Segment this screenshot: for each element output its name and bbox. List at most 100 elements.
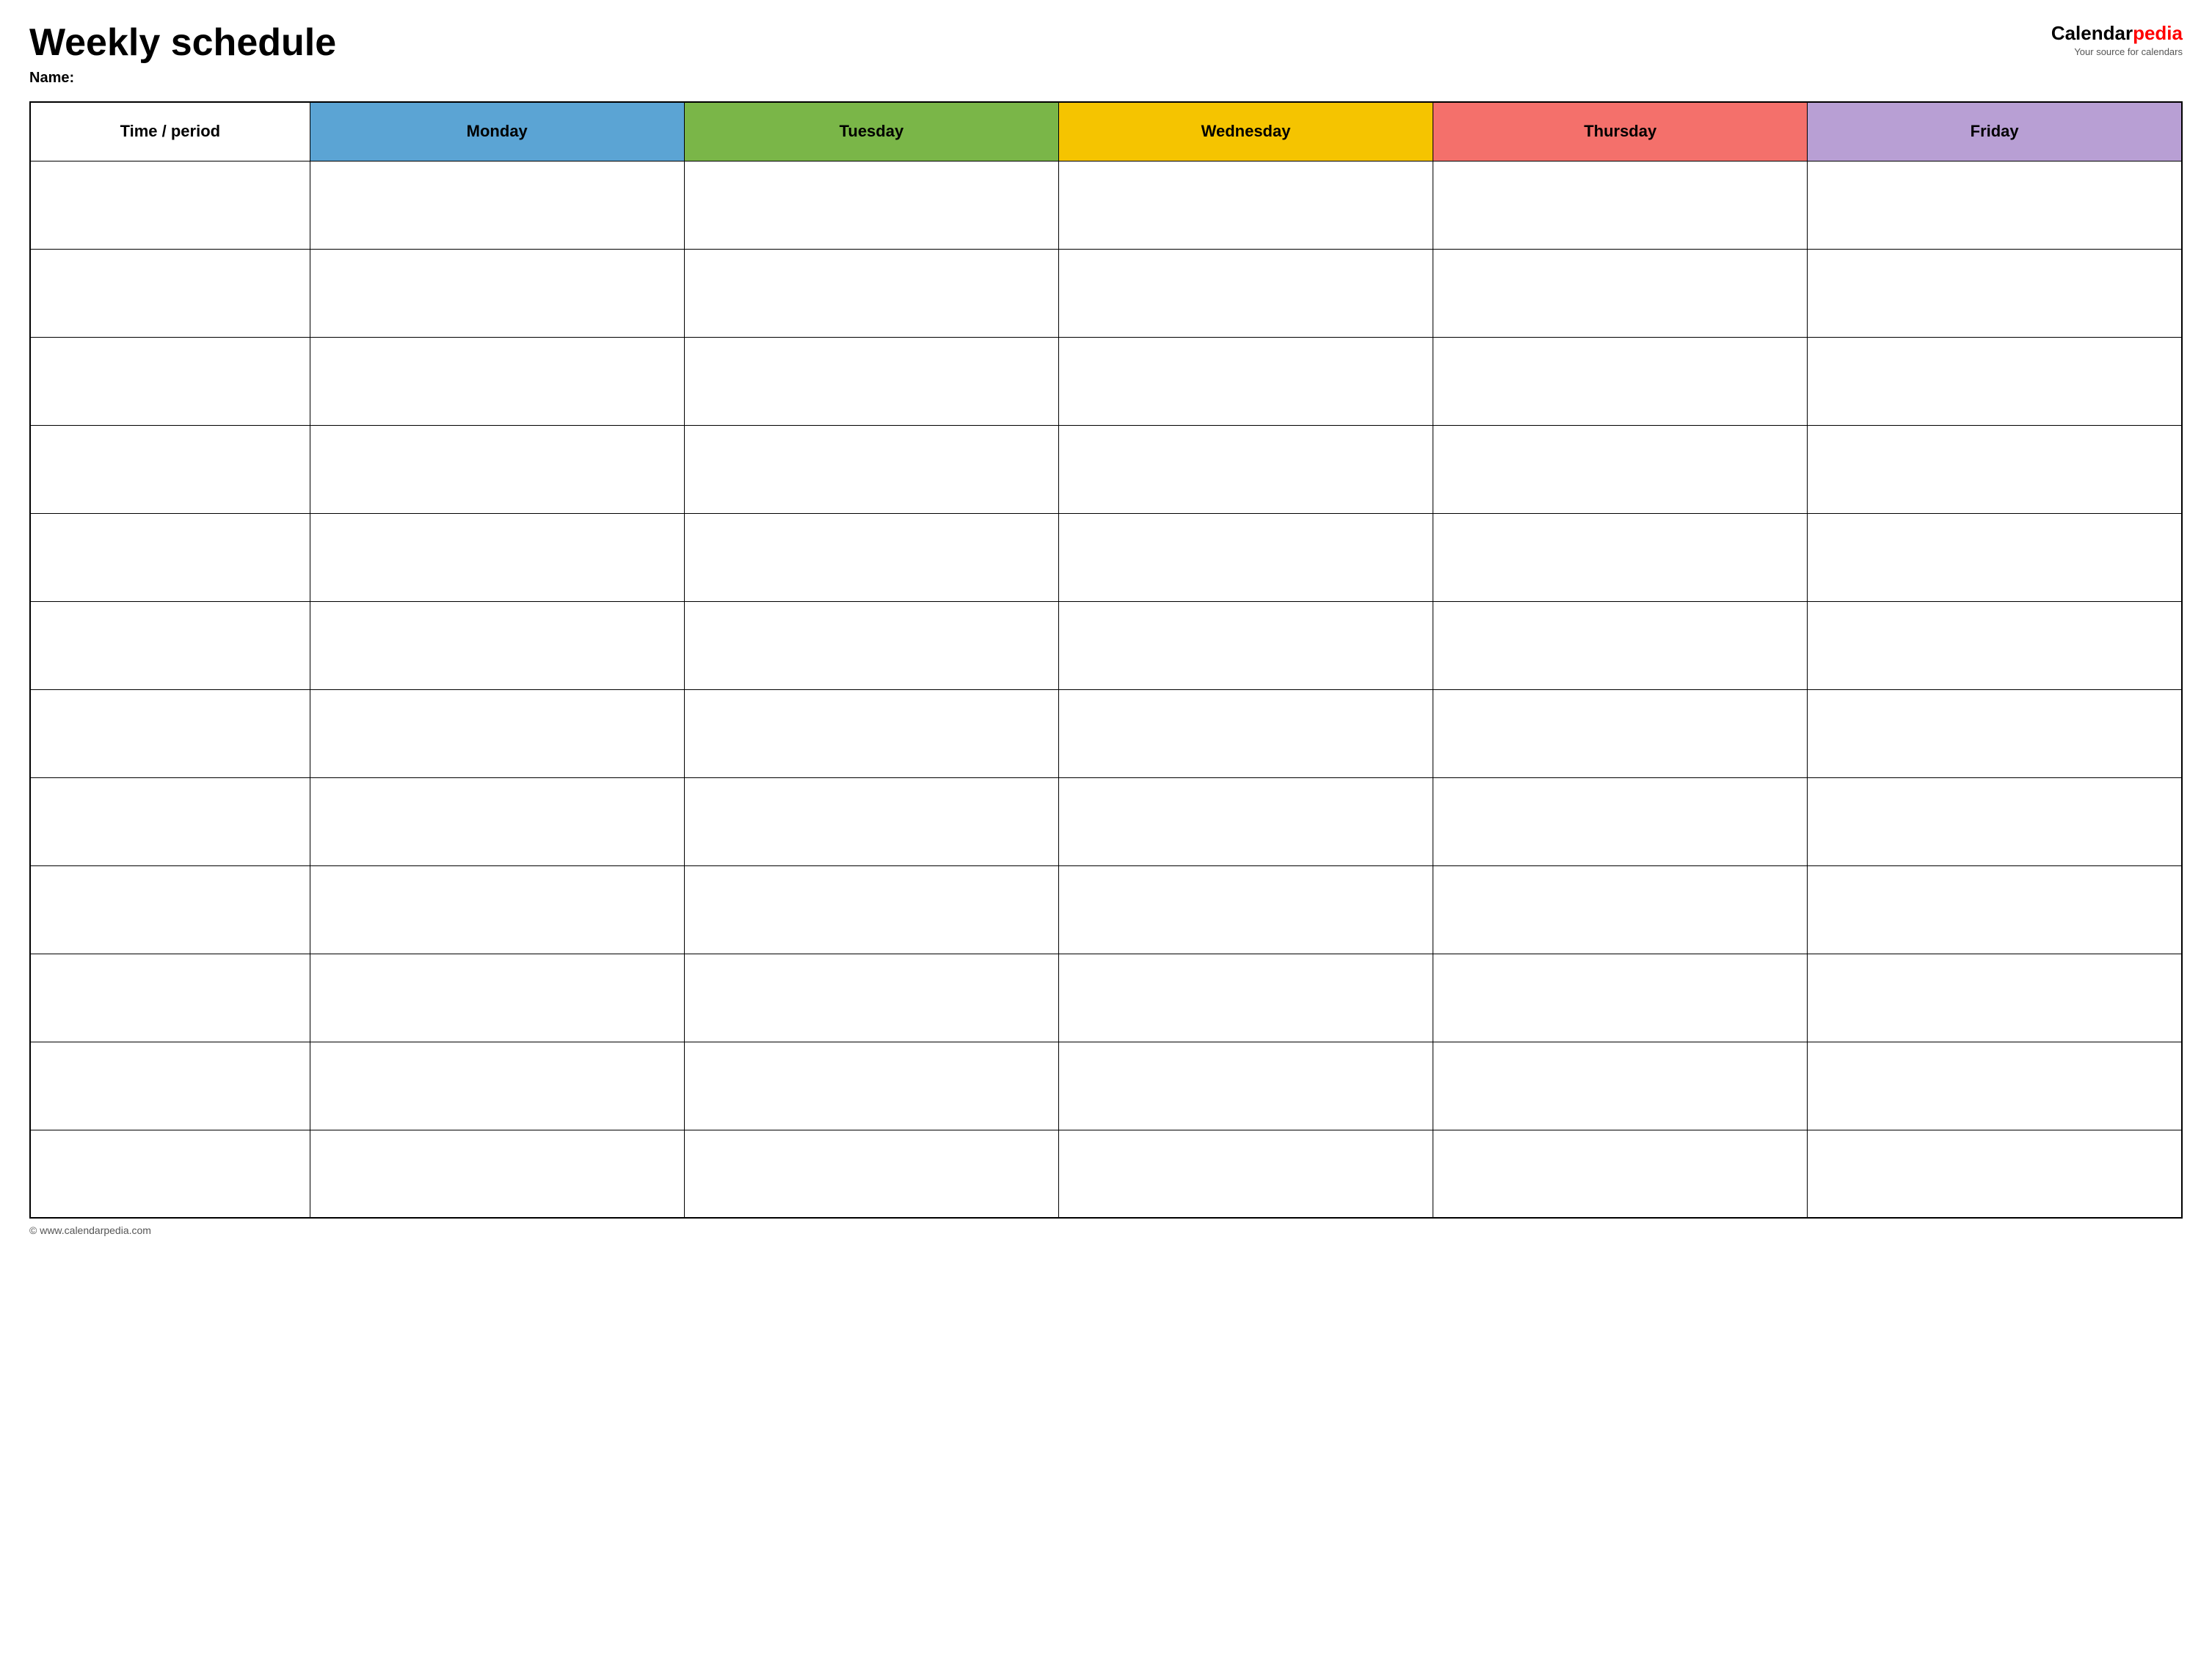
schedule-cell[interactable] xyxy=(1433,865,1808,954)
logo-section: Calendarpedia Your source for calendars xyxy=(2036,22,2183,57)
table-row xyxy=(30,425,2182,513)
col-header-wednesday: Wednesday xyxy=(1058,102,1433,161)
table-row xyxy=(30,513,2182,601)
schedule-cell[interactable] xyxy=(1433,249,1808,337)
time-cell[interactable] xyxy=(30,689,310,777)
schedule-cell[interactable] xyxy=(1808,689,2182,777)
header: Weekly schedule Name: Calendarpedia Your… xyxy=(29,22,2183,87)
schedule-cell[interactable] xyxy=(1433,513,1808,601)
schedule-cell[interactable] xyxy=(684,249,1058,337)
schedule-cell[interactable] xyxy=(684,1042,1058,1130)
schedule-cell[interactable] xyxy=(310,1130,684,1218)
schedule-cell[interactable] xyxy=(310,161,684,249)
schedule-cell[interactable] xyxy=(1058,1130,1433,1218)
time-cell[interactable] xyxy=(30,513,310,601)
col-header-thursday: Thursday xyxy=(1433,102,1808,161)
logo-calendar: Calendar xyxy=(2051,22,2133,44)
schedule-cell[interactable] xyxy=(684,161,1058,249)
table-row xyxy=(30,954,2182,1042)
schedule-cell[interactable] xyxy=(1058,689,1433,777)
time-cell[interactable] xyxy=(30,425,310,513)
schedule-cell[interactable] xyxy=(1433,777,1808,865)
schedule-cell[interactable] xyxy=(1058,954,1433,1042)
table-row xyxy=(30,1042,2182,1130)
schedule-cell[interactable] xyxy=(684,513,1058,601)
schedule-cell[interactable] xyxy=(310,425,684,513)
schedule-cell[interactable] xyxy=(1058,249,1433,337)
schedule-cell[interactable] xyxy=(310,865,684,954)
time-cell[interactable] xyxy=(30,865,310,954)
schedule-cell[interactable] xyxy=(310,337,684,425)
title-section: Weekly schedule Name: xyxy=(29,22,2036,87)
schedule-cell[interactable] xyxy=(1058,601,1433,689)
schedule-cell[interactable] xyxy=(684,689,1058,777)
time-cell[interactable] xyxy=(30,601,310,689)
schedule-cell[interactable] xyxy=(1058,777,1433,865)
schedule-cell[interactable] xyxy=(1058,425,1433,513)
schedule-cell[interactable] xyxy=(1808,249,2182,337)
time-cell[interactable] xyxy=(30,161,310,249)
schedule-table: Time / period Monday Tuesday Wednesday T… xyxy=(29,101,2183,1219)
time-cell[interactable] xyxy=(30,249,310,337)
schedule-cell[interactable] xyxy=(1808,601,2182,689)
schedule-cell[interactable] xyxy=(1058,337,1433,425)
schedule-cell[interactable] xyxy=(684,777,1058,865)
col-header-tuesday: Tuesday xyxy=(684,102,1058,161)
schedule-cell[interactable] xyxy=(684,954,1058,1042)
schedule-cell[interactable] xyxy=(684,601,1058,689)
table-row xyxy=(30,865,2182,954)
schedule-cell[interactable] xyxy=(1433,954,1808,1042)
header-row: Time / period Monday Tuesday Wednesday T… xyxy=(30,102,2182,161)
table-row xyxy=(30,777,2182,865)
table-row xyxy=(30,689,2182,777)
table-row xyxy=(30,1130,2182,1218)
schedule-cell[interactable] xyxy=(1058,513,1433,601)
schedule-cell[interactable] xyxy=(1808,513,2182,601)
table-row xyxy=(30,249,2182,337)
schedule-cell[interactable] xyxy=(1433,1042,1808,1130)
logo-text: Calendarpedia xyxy=(2051,22,2183,45)
copyright-text: © www.calendarpedia.com xyxy=(29,1224,151,1236)
schedule-cell[interactable] xyxy=(1808,1130,2182,1218)
time-cell[interactable] xyxy=(30,954,310,1042)
schedule-cell[interactable] xyxy=(310,601,684,689)
schedule-cell[interactable] xyxy=(1808,161,2182,249)
schedule-cell[interactable] xyxy=(1058,1042,1433,1130)
schedule-cell[interactable] xyxy=(310,777,684,865)
schedule-cell[interactable] xyxy=(1433,337,1808,425)
schedule-cell[interactable] xyxy=(1058,161,1433,249)
schedule-cell[interactable] xyxy=(1433,601,1808,689)
schedule-cell[interactable] xyxy=(310,689,684,777)
col-header-time: Time / period xyxy=(30,102,310,161)
table-header: Time / period Monday Tuesday Wednesday T… xyxy=(30,102,2182,161)
schedule-cell[interactable] xyxy=(684,337,1058,425)
schedule-cell[interactable] xyxy=(1433,689,1808,777)
table-row xyxy=(30,161,2182,249)
schedule-cell[interactable] xyxy=(684,425,1058,513)
table-body xyxy=(30,161,2182,1218)
time-cell[interactable] xyxy=(30,1042,310,1130)
schedule-cell[interactable] xyxy=(1808,777,2182,865)
time-cell[interactable] xyxy=(30,777,310,865)
schedule-cell[interactable] xyxy=(1808,865,2182,954)
schedule-cell[interactable] xyxy=(684,1130,1058,1218)
schedule-cell[interactable] xyxy=(1433,425,1808,513)
schedule-cell[interactable] xyxy=(1433,1130,1808,1218)
schedule-cell[interactable] xyxy=(1058,865,1433,954)
logo-tagline: Your source for calendars xyxy=(2074,46,2183,57)
page-title: Weekly schedule xyxy=(29,22,2036,64)
schedule-cell[interactable] xyxy=(684,865,1058,954)
time-cell[interactable] xyxy=(30,1130,310,1218)
schedule-cell[interactable] xyxy=(1808,1042,2182,1130)
schedule-cell[interactable] xyxy=(1808,954,2182,1042)
schedule-cell[interactable] xyxy=(1808,425,2182,513)
schedule-cell[interactable] xyxy=(310,249,684,337)
name-label: Name: xyxy=(29,70,2036,87)
time-cell[interactable] xyxy=(30,337,310,425)
col-header-friday: Friday xyxy=(1808,102,2182,161)
schedule-cell[interactable] xyxy=(310,1042,684,1130)
schedule-cell[interactable] xyxy=(310,513,684,601)
schedule-cell[interactable] xyxy=(1433,161,1808,249)
schedule-cell[interactable] xyxy=(310,954,684,1042)
schedule-cell[interactable] xyxy=(1808,337,2182,425)
